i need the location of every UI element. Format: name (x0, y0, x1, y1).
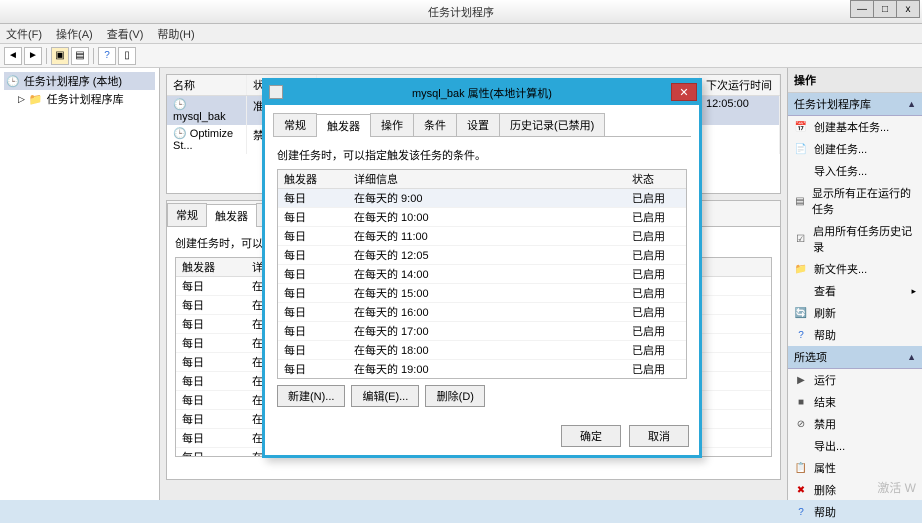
window-title: 任务计划程序 (0, 4, 922, 20)
menu-help[interactable]: 帮助(H) (157, 26, 194, 42)
action-create-task[interactable]: 📄创建任务... (788, 138, 922, 160)
action-end[interactable]: ■结束 (788, 391, 922, 413)
export-icon (794, 439, 808, 453)
titlebar: 任务计划程序 — □ x (0, 0, 922, 24)
forward-icon[interactable]: ► (24, 47, 42, 65)
action-help2[interactable]: ?帮助 (788, 501, 922, 523)
table-row[interactable]: 每日在每天的 12:05已启用 (278, 246, 686, 265)
table-row[interactable]: 每日在每天的 17:00已启用 (278, 322, 686, 341)
actions-pane: 操作 任务计划程序库▲ 📅创建基本任务...📄创建任务...导入任务...▤显示… (787, 68, 922, 500)
actions-header: 操作 (788, 68, 922, 93)
action-import-task[interactable]: 导入任务... (788, 160, 922, 182)
tree-library[interactable]: ▷ 📁 任务计划程序库 (4, 90, 155, 108)
up-icon[interactable]: ▣ (51, 47, 69, 65)
new-button[interactable]: 新建(N)... (277, 385, 345, 407)
action-run[interactable]: ▶运行 (788, 369, 922, 391)
dialog-tab[interactable]: 条件 (413, 113, 457, 136)
create-basic-task-icon: 📅 (794, 120, 808, 134)
action-refresh[interactable]: 🔄刷新 (788, 302, 922, 324)
table-row[interactable]: 每日在每天的 9:00已启用 (278, 189, 686, 208)
dialog-desc: 创建任务时，可以指定触发该任务的条件。 (277, 147, 687, 163)
watermark: 激活 W (877, 479, 916, 496)
ok-button[interactable]: 确定 (561, 425, 621, 447)
action-enable-history[interactable]: ☑启用所有任务历史记录 (788, 220, 922, 258)
folder-icon: 📁 (29, 93, 43, 106)
table-row[interactable]: 每日在每天的 19:00已启用 (278, 360, 686, 379)
view-icon (794, 284, 808, 298)
menubar: 文件(F) 操作(A) 查看(V) 帮助(H) (0, 24, 922, 44)
actions-group-selected[interactable]: 所选项▲ (788, 346, 922, 369)
back-icon[interactable]: ◄ (4, 47, 22, 65)
detail-tab[interactable]: 常规 (167, 203, 207, 226)
table-row[interactable]: 每日在每天的 18:00已启用 (278, 341, 686, 360)
delete-icon: ✖ (794, 483, 808, 497)
menu-view[interactable]: 查看(V) (107, 26, 144, 42)
action-disable[interactable]: ⊘禁用 (788, 413, 922, 435)
dialog-tab[interactable]: 触发器 (316, 114, 371, 137)
dialog-tab[interactable]: 操作 (370, 113, 414, 136)
edit-button[interactable]: 编辑(E)... (351, 385, 419, 407)
toolbar: ◄ ► ▣ ▤ ? ▯ (0, 44, 922, 68)
table-row[interactable]: 每日在每天的 15:00已启用 (278, 284, 686, 303)
dialog-tab[interactable]: 历史记录(已禁用) (499, 113, 605, 136)
action-view[interactable]: 查看▸ (788, 280, 922, 302)
dialog-sys-icon (269, 85, 283, 99)
action-properties[interactable]: 📋属性 (788, 457, 922, 479)
dialog-title: mysql_bak 属性(本地计算机) (412, 85, 552, 101)
action-help[interactable]: ?帮助 (788, 324, 922, 346)
clock-icon: 🕒 (173, 128, 187, 140)
close-button[interactable]: x (896, 0, 920, 18)
clock-icon: 🕒 (6, 75, 20, 88)
show-running-icon: ▤ (794, 194, 806, 208)
prop-icon[interactable]: ▤ (71, 47, 89, 65)
maximize-button[interactable]: □ (873, 0, 897, 18)
import-task-icon (794, 164, 808, 178)
nav-tree: 🕒 任务计划程序 (本地) ▷ 📁 任务计划程序库 (0, 68, 160, 500)
collapse-icon: ▲ (907, 352, 916, 362)
menu-action[interactable]: 操作(A) (56, 26, 93, 42)
refresh-icon: 🔄 (794, 306, 808, 320)
help-icon[interactable]: ? (98, 47, 116, 65)
action-new-folder[interactable]: 📁新文件夹... (788, 258, 922, 280)
new-folder-icon: 📁 (794, 262, 808, 276)
table-row[interactable]: 每日在每天的 11:00已启用 (278, 227, 686, 246)
dialog-tab[interactable]: 设置 (456, 113, 500, 136)
detail-tab[interactable]: 触发器 (206, 204, 257, 227)
action-show-running[interactable]: ▤显示所有正在运行的任务 (788, 182, 922, 220)
menu-file[interactable]: 文件(F) (6, 26, 42, 42)
dialog-titlebar[interactable]: mysql_bak 属性(本地计算机) ✕ (265, 81, 699, 105)
actions-group-library[interactable]: 任务计划程序库▲ (788, 93, 922, 116)
table-row[interactable]: 每日在每天的 10:00已启用 (278, 208, 686, 227)
enable-history-icon: ☑ (794, 232, 807, 246)
properties-dialog: mysql_bak 属性(本地计算机) ✕ 常规触发器操作条件设置历史记录(已禁… (262, 78, 702, 458)
table-row[interactable]: 每日在每天的 16:00已启用 (278, 303, 686, 322)
tree-root[interactable]: 🕒 任务计划程序 (本地) (4, 72, 155, 90)
dialog-tab[interactable]: 常规 (273, 113, 317, 136)
collapse-icon: ▲ (907, 99, 916, 109)
end-icon: ■ (794, 395, 808, 409)
dialog-close-button[interactable]: ✕ (671, 83, 697, 101)
delete-button[interactable]: 删除(D) (425, 385, 485, 407)
help-icon: ? (794, 328, 808, 342)
properties-icon: 📋 (794, 461, 808, 475)
dialog-tabs: 常规触发器操作条件设置历史记录(已禁用) (273, 113, 691, 137)
cancel-button[interactable]: 取消 (629, 425, 689, 447)
table-row[interactable]: 每日在每天的 14:00已启用 (278, 265, 686, 284)
action-export[interactable]: 导出... (788, 435, 922, 457)
run-icon: ▶ (794, 373, 808, 387)
help2-icon: ? (794, 505, 808, 519)
dialog-trigger-table: 触发器 详细信息 状态 每日在每天的 9:00已启用每日在每天的 10:00已启… (277, 169, 687, 379)
clock-icon: 🕒 (173, 99, 187, 111)
disable-icon: ⊘ (794, 417, 808, 431)
create-task-icon: 📄 (794, 142, 808, 156)
action-create-basic-task[interactable]: 📅创建基本任务... (788, 116, 922, 138)
minimize-button[interactable]: — (850, 0, 874, 18)
pane-icon[interactable]: ▯ (118, 47, 136, 65)
